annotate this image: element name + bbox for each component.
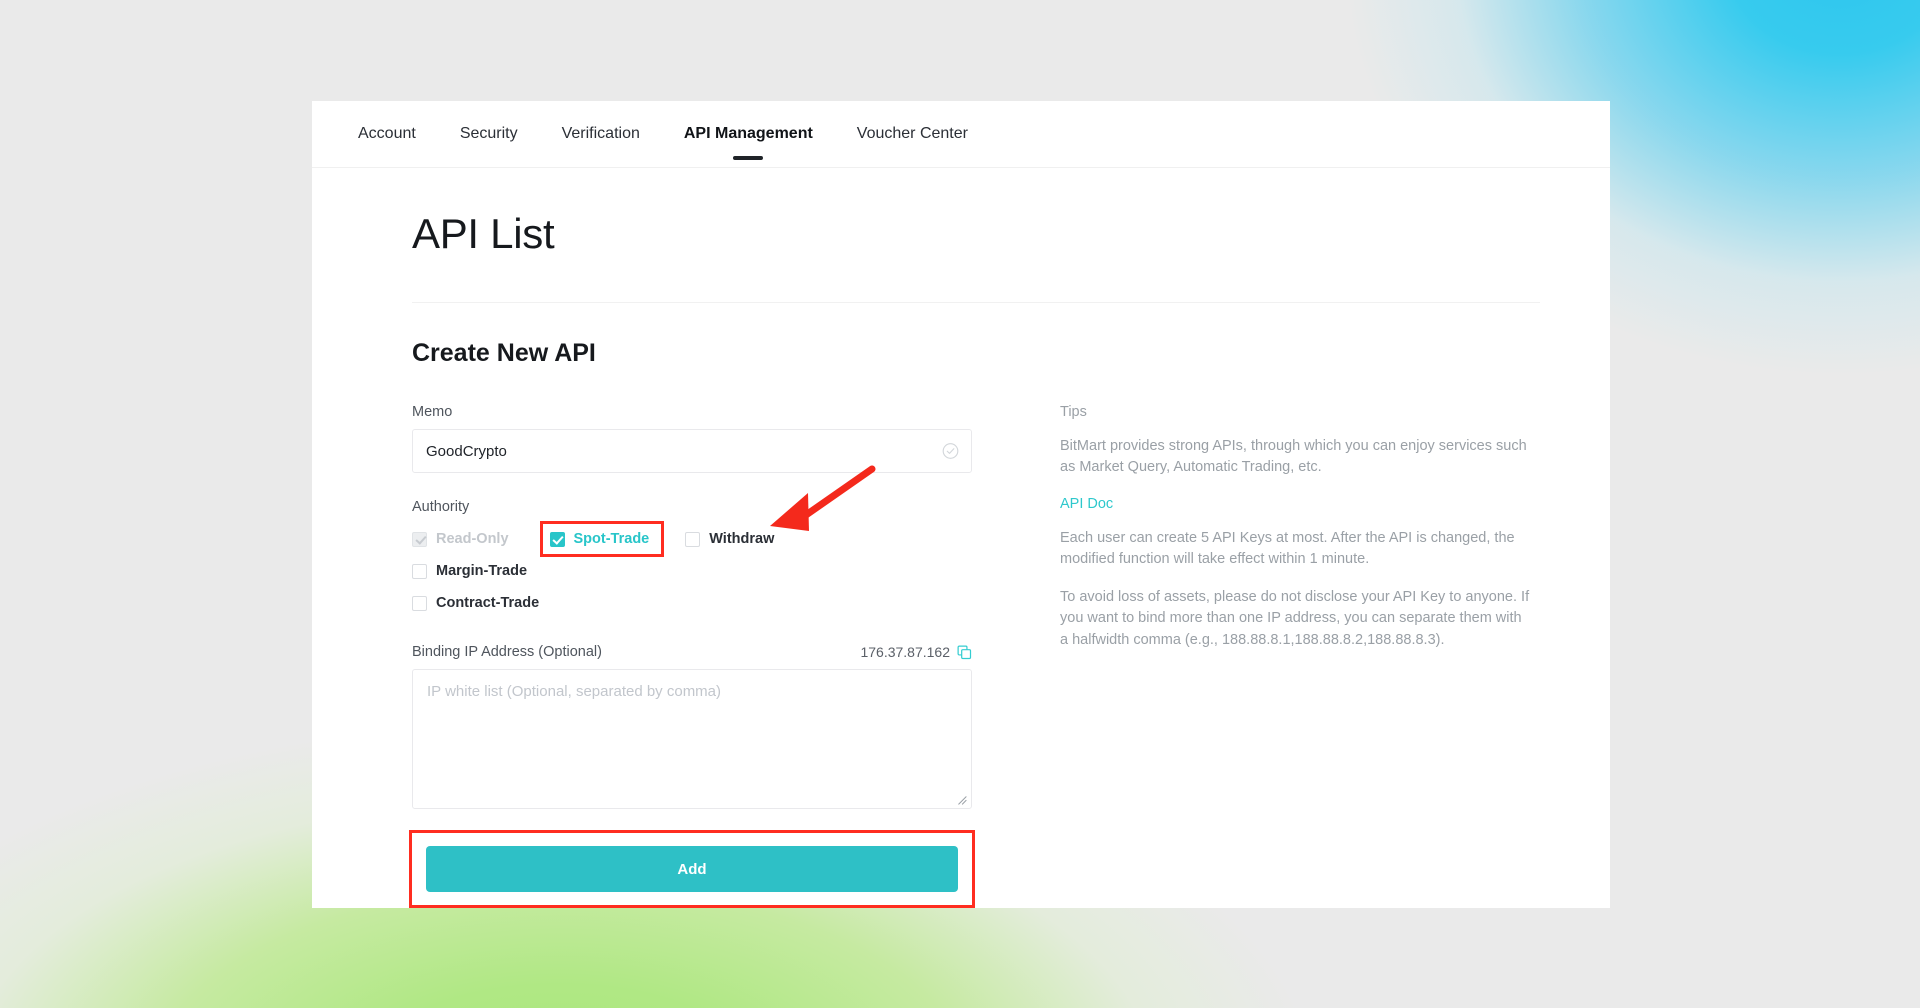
tab-voucher-center[interactable]: Voucher Center: [835, 101, 990, 168]
permission-checkbox-group: Read-Only Spot-Trade Withdraw Margin-Tra…: [412, 521, 932, 618]
current-ip-value: 176.37.87.162: [860, 644, 950, 660]
binding-ip-header: Binding IP Address (Optional) 176.37.87.…: [412, 644, 972, 660]
contract-trade-checkbox[interactable]: [412, 595, 427, 611]
section-title: Create New API: [412, 339, 596, 367]
tab-api-management[interactable]: API Management: [662, 101, 835, 168]
memo-label: Memo: [412, 404, 453, 420]
permission-label: Spot-Trade: [573, 531, 650, 547]
authority-label: Authority: [412, 499, 470, 515]
settings-tab-bar: Account Security Verification API Manage…: [312, 101, 1610, 168]
ip-textarea-wrapper: [412, 669, 972, 809]
permission-read-only[interactable]: Read-Only: [412, 524, 509, 554]
tab-verification[interactable]: Verification: [540, 101, 662, 168]
current-ip-group: 176.37.87.162: [860, 644, 972, 660]
permission-label: Withdraw: [709, 531, 775, 547]
page-title: API List: [412, 210, 555, 257]
tips-paragraph-2: Each user can create 5 API Keys at most.…: [1060, 529, 1515, 568]
permission-withdraw[interactable]: Withdraw: [685, 524, 774, 554]
tips-heading: Tips: [1060, 404, 1087, 420]
copy-icon[interactable]: [957, 645, 972, 660]
read-only-checkbox: [412, 531, 427, 547]
permission-spot-trade[interactable]: Spot-Trade: [539, 521, 665, 557]
permission-label: Contract-Trade: [436, 595, 540, 611]
add-button-annotation-box: Add: [409, 830, 975, 908]
card-body: API List Create New API Memo Authority: [312, 168, 1610, 908]
tab-account[interactable]: Account: [336, 101, 438, 168]
create-api-form: Memo Authority Read-Only: [409, 404, 975, 908]
tips-paragraph-3: To avoid loss of assets, please do not d…: [1060, 588, 1530, 648]
add-button[interactable]: Add: [426, 846, 958, 892]
memo-field-wrapper: [412, 429, 972, 473]
api-management-card: Account Security Verification API Manage…: [312, 101, 1610, 908]
api-doc-link[interactable]: API Doc: [1060, 496, 1113, 512]
spot-trade-checkbox[interactable]: [549, 531, 565, 547]
permission-margin-trade[interactable]: Margin-Trade: [412, 556, 527, 586]
permission-contract-trade[interactable]: Contract-Trade: [412, 588, 932, 618]
title-divider: [412, 302, 1540, 303]
tab-security[interactable]: Security: [438, 101, 540, 168]
tips-panel: Tips BitMart provides strong APIs, throu…: [1060, 404, 1530, 905]
content-columns: Memo Authority Read-Only: [409, 404, 1540, 908]
permission-label: Margin-Trade: [436, 563, 528, 579]
authority-block: Authority Read-Only Spot-Trade Withdraw …: [412, 499, 972, 618]
permission-label: Read-Only: [436, 531, 509, 547]
ip-whitelist-textarea[interactable]: [412, 669, 972, 809]
memo-input[interactable]: [412, 429, 972, 473]
tips-paragraph-1: BitMart provides strong APIs, through wh…: [1060, 438, 1527, 476]
binding-ip-label: Binding IP Address (Optional): [412, 644, 602, 660]
withdraw-checkbox[interactable]: [685, 531, 701, 547]
margin-trade-checkbox[interactable]: [412, 563, 427, 579]
binding-ip-block: Binding IP Address (Optional) 176.37.87.…: [412, 644, 972, 809]
